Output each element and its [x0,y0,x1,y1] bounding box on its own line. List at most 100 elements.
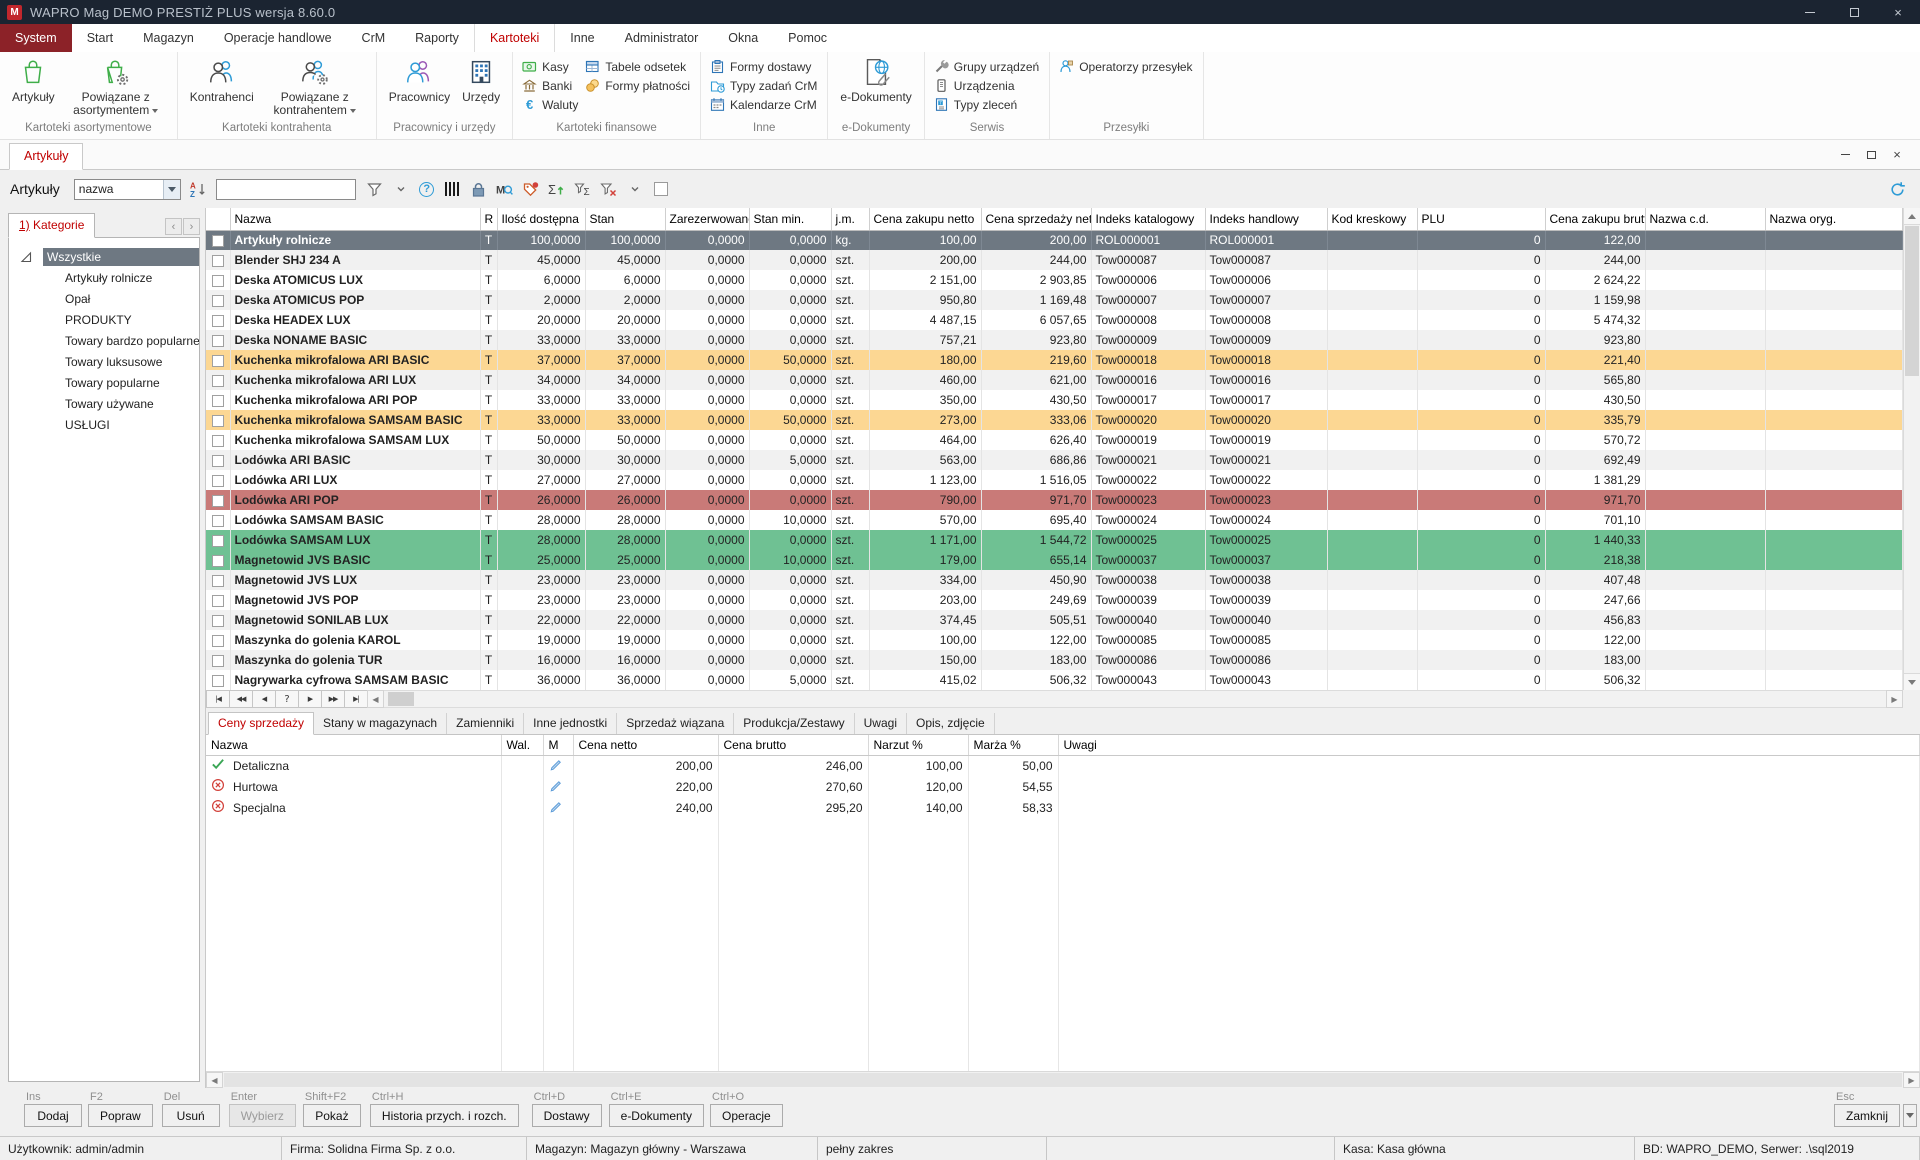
category-produkty[interactable]: PRODUKTY [9,309,199,330]
urz-dzenia-button[interactable]: Urządzenia [933,76,1039,95]
first-record-icon[interactable]: |◀ [206,690,230,708]
menu-system[interactable]: System [0,24,72,52]
article-row[interactable]: Kuchenka mikrofalowa ARI POPT33,000033,0… [206,390,1903,410]
detail-tab-sprzeda-wi-zana[interactable]: Sprzedaż wiązana [617,713,734,734]
article-row[interactable]: Kuchenka mikrofalowa ARI LUXT34,000034,0… [206,370,1903,390]
sort-az-icon[interactable]: AZ [188,178,210,200]
row-checkbox[interactable] [212,615,224,627]
article-row[interactable]: Magnetowid JVS BASICT25,000025,00000,000… [206,550,1903,570]
prior-page-icon[interactable]: ◀◀ [229,690,253,708]
scroll-right-icon[interactable]: ▶ [1886,690,1903,708]
row-checkbox[interactable] [212,635,224,647]
minimize-button[interactable] [1788,0,1832,24]
detail-tab-inne-jednostki[interactable]: Inne jednostki [524,713,617,734]
col-cd[interactable]: Nazwa c.d. [1645,208,1765,230]
tab-kategorie[interactable]: 1) Kategorie [8,213,95,238]
col-czb[interactable]: Cena zakupu brutto [1545,208,1645,230]
price-row[interactable]: Hurtowa220,00270,60120,0054,55 [206,776,1920,797]
operacje-button[interactable]: Operacje [710,1104,783,1127]
scroll-left-icon[interactable]: ◀ [206,1072,223,1088]
row-checkbox[interactable] [212,455,224,467]
menu-raporty[interactable]: Raporty [400,24,474,52]
tabele-odsetek-button[interactable]: Tabele odsetek [584,57,690,76]
find-mode-icon[interactable]: M [494,178,516,200]
scroll-down-icon[interactable] [1904,673,1920,690]
e-dokumenty-button[interactable]: e-Dokumenty [834,54,917,106]
waluty-button[interactable]: €Waluty [521,95,578,114]
chevron-down-icon[interactable] [624,178,646,200]
barcode-icon[interactable] [442,178,464,200]
scroll-left-icon[interactable]: ◀ [367,690,384,708]
price-col-uwagi[interactable]: Uwagi [1058,735,1920,755]
menu-kartoteki[interactable]: Kartoteki [474,24,555,52]
detail-tab-ceny-sprzeda-y[interactable]: Ceny sprzedaży [208,712,314,735]
article-row[interactable]: Nagrywarka cyfrowa SAMSAM BASICT36,00003… [206,670,1903,690]
article-row[interactable]: Lodówka ARI POPT26,000026,00000,00000,00… [206,490,1903,510]
refresh-icon[interactable] [1886,178,1908,200]
categories-next-icon[interactable]: › [183,218,200,235]
filter-clear-icon[interactable] [598,178,620,200]
price-col-cena-brutto[interactable]: Cena brutto [718,735,868,755]
row-checkbox[interactable] [212,435,224,447]
row-checkbox[interactable] [212,395,224,407]
menu-crm[interactable]: CrM [347,24,401,52]
menu-magazyn[interactable]: Magazyn [128,24,209,52]
detail-tab-stany-w-magazynach[interactable]: Stany w magazynach [314,713,447,734]
banki-button[interactable]: Banki [521,76,578,95]
dostawy-button[interactable]: Dostawy [532,1104,602,1127]
category-artyku-y-rolnicze[interactable]: Artykuły rolnicze [9,267,199,288]
next-page-icon[interactable]: ▶▶ [321,690,345,708]
detail-horizontal-scrollbar[interactable]: ◀ ▶ [206,1071,1920,1088]
article-row[interactable]: Maszynka do golenia KAROLT19,000019,0000… [206,630,1903,650]
close-view-button[interactable]: Zamknij [1834,1104,1900,1127]
kalendarze-crm-button[interactable]: Kalendarze CrM [709,95,817,114]
maximize-button[interactable] [1832,0,1876,24]
article-row[interactable]: Lodówka ARI BASICT30,000030,00000,00005,… [206,450,1903,470]
detail-tab-opis-zdj-cie[interactable]: Opis, zdjęcie [907,713,995,734]
article-row[interactable]: Artykuły rolniczeT100,0000100,00000,0000… [206,230,1903,250]
powi-zane-z-kontrahentem-button[interactable]: Powiązane z kontrahentem [260,54,370,119]
article-row[interactable]: Lodówka SAMSAM LUXT28,000028,00000,00000… [206,530,1903,550]
article-row[interactable]: Kuchenka mikrofalowa SAMSAM BASICT33,000… [206,410,1903,430]
edit-pencil-icon[interactable] [543,797,573,818]
poka-button[interactable]: Pokaż [303,1104,361,1127]
article-row[interactable]: Kuchenka mikrofalowa ARI BASICT37,000037… [206,350,1903,370]
category-towary-bardzo-popularne[interactable]: Towary bardzo popularne [9,330,199,351]
vertical-scrollbar[interactable] [1903,208,1920,690]
tab-artykuly[interactable]: Artykuły [9,143,83,170]
article-row[interactable]: Magnetowid JVS POPT23,000023,00000,00000… [206,590,1903,610]
category-towary-luksusowe[interactable]: Towary luksusowe [9,351,199,372]
sum-filter-icon[interactable]: Σ [572,178,594,200]
dodaj-button[interactable]: Dodaj [24,1104,82,1127]
filter-icon[interactable] [364,178,386,200]
popraw-button[interactable]: Popraw [88,1104,153,1127]
grupy-urz-dze-button[interactable]: Grupy urządzeń [933,57,1039,76]
article-row[interactable]: Deska ATOMICUS LUXT6,00006,00000,00000,0… [206,270,1903,290]
category-wszystkie[interactable]: Wszystkie [9,246,199,267]
price-col-mar-a[interactable]: Marża % [968,735,1058,755]
historia-przych-i-rozch-button[interactable]: Historia przych. i rozch. [370,1104,519,1127]
col-stanmin[interactable]: Stan min. [749,208,831,230]
row-checkbox[interactable] [212,535,224,547]
category-us-ugi[interactable]: USŁUGI [9,414,199,435]
row-checkbox[interactable] [212,335,224,347]
col-qty[interactable]: Ilość dostępna [497,208,585,230]
col-jm[interactable]: j.m. [831,208,869,230]
row-checkbox[interactable] [212,675,224,687]
search-input[interactable] [216,179,356,200]
mdi-minimize-button[interactable] [1832,145,1858,165]
price-col-cena-netto[interactable]: Cena netto [573,735,718,755]
scroll-right-icon[interactable]: ▶ [1903,1072,1920,1088]
row-checkbox[interactable] [212,555,224,567]
kontrahenci-button[interactable]: Kontrahenci [184,54,260,106]
more-actions-icon[interactable] [1903,1104,1917,1127]
price-col-nazwa[interactable]: Nazwa [206,735,501,755]
col-ik[interactable]: Indeks katalogowy [1091,208,1205,230]
urz-dy-button[interactable]: Urzędy [456,54,506,106]
last-record-icon[interactable]: ▶| [344,690,368,708]
vertical-scroll-thumb[interactable] [1905,226,1919,376]
category-towary-popularne[interactable]: Towary popularne [9,372,199,393]
row-checkbox[interactable] [212,495,224,507]
col-csn[interactable]: Cena sprzedaży netto [981,208,1091,230]
article-row[interactable]: Lodówka SAMSAM BASICT28,000028,00000,000… [206,510,1903,530]
